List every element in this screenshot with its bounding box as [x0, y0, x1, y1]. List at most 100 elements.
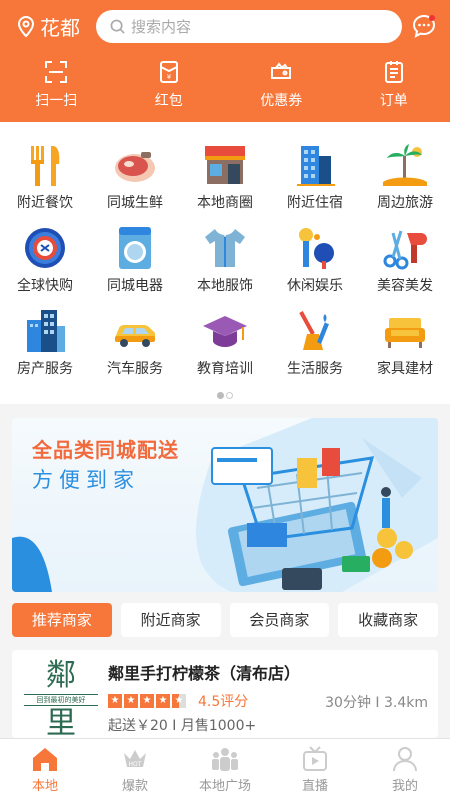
category-life-service[interactable]: 生活服务 [270, 304, 360, 377]
merchant-tabs: 推荐商家 附近商家 会员商家 收藏商家 [12, 603, 438, 637]
star-icon: ★ [156, 694, 170, 708]
nav-label: 本地 [31, 779, 58, 794]
category-nearby-dining[interactable]: 附近餐饮 [0, 138, 90, 211]
nav-label: 本地广场 [198, 779, 251, 794]
svg-text:¥: ¥ [167, 73, 172, 81]
store-sales: 起送￥20 I 月售1000+ [108, 718, 257, 734]
nav-label: 我的 [391, 779, 418, 794]
quick-order-label: 订单 [379, 93, 408, 109]
nav-mine[interactable]: 我的 [360, 739, 450, 800]
search-icon [110, 19, 125, 34]
quick-scan[interactable]: 扫一扫 [0, 58, 113, 114]
search-placeholder: 搜索内容 [131, 18, 192, 36]
category-panel: 附近餐饮 同城生鲜 本地商圈 附近住宿 周边旅游 全球快购 同城电器 本地服饰 … [0, 122, 450, 404]
graduation-cap-icon [203, 316, 247, 347]
home-icon [33, 748, 57, 771]
category-nearby-hotel[interactable]: 附近住宿 [270, 138, 360, 211]
scan-icon [45, 61, 68, 83]
quick-actions: 扫一扫 ¥ 红包 优惠券 订单 [0, 58, 450, 114]
tab-member[interactable]: 会员商家 [229, 603, 330, 637]
sofa-icon [385, 318, 425, 348]
category-local-business[interactable]: 本地商圈 [180, 138, 270, 211]
logo-char-bottom: 里 [46, 706, 76, 741]
store-name: 鄰里手打柠檬茶（清布店） [108, 664, 301, 683]
page-dot[interactable] [226, 392, 233, 399]
store-logo: 鄰 回到最初的美好 里 [22, 658, 100, 741]
category-real-estate[interactable]: 房产服务 [0, 304, 90, 377]
live-video-icon [303, 746, 327, 771]
logo-char-top: 鄰 [46, 658, 76, 693]
category-label: 本地商圈 [197, 195, 253, 211]
nav-live[interactable]: 直播 [270, 739, 360, 800]
storefront-icon [205, 146, 245, 184]
category-label: 美容美发 [377, 278, 433, 294]
city-name: 花都 [40, 16, 80, 40]
quick-scan-label: 扫一扫 [35, 93, 78, 109]
svg-text:HOT: HOT [129, 761, 142, 768]
quick-coupon[interactable]: 优惠券 [225, 58, 338, 114]
category-beauty[interactable]: 美容美发 [360, 221, 450, 294]
store-rating: ★ ★ ★ ★ ★ 4.5评分 [108, 691, 248, 711]
banner-subtitle: 方便到家 [32, 468, 140, 492]
category-label: 家具建材 [377, 361, 433, 377]
promo-banner[interactable]: 全品类同城配送 方便到家 [12, 418, 438, 592]
star-icon: ★ [124, 694, 138, 708]
category-entertainment[interactable]: 休闲娱乐 [270, 221, 360, 294]
store-distance: 30分钟 I 3.4km [325, 695, 428, 711]
user-icon [393, 747, 417, 772]
meat-icon [115, 152, 155, 182]
category-clothing[interactable]: 本地服饰 [180, 221, 270, 294]
category-label: 同城生鲜 [107, 195, 163, 211]
category-travel[interactable]: 周边旅游 [360, 138, 450, 211]
category-label: 周边旅游 [377, 195, 433, 211]
logo-tagline: 回到最初的美好 [24, 694, 98, 706]
message-icon[interactable] [412, 14, 436, 38]
tab-nearby[interactable]: 附近商家 [120, 603, 221, 637]
category-education[interactable]: 教育培训 [180, 304, 270, 377]
nav-label: 爆款 [121, 779, 148, 794]
search-input[interactable]: 搜索内容 [96, 10, 402, 43]
store-card[interactable]: 鄰 回到最初的美好 里 鄰里手打柠檬茶（清布店） ★ ★ ★ ★ ★ 4.5评分… [12, 650, 438, 741]
tab-favorites[interactable]: 收藏商家 [338, 603, 438, 637]
category-label: 生活服务 [287, 361, 343, 377]
coupon-icon [271, 62, 292, 79]
mic-pingpong-icon [299, 228, 334, 269]
category-label: 房产服务 [17, 361, 73, 377]
page-dot-active[interactable] [217, 392, 224, 399]
tab-recommended[interactable]: 推荐商家 [12, 603, 112, 637]
crown-hot-icon: HOT [124, 750, 146, 768]
category-global-shopping[interactable]: 全球快购 [0, 221, 90, 294]
category-fresh-food[interactable]: 同城生鲜 [90, 138, 180, 211]
city-selector[interactable]: 花都 [16, 12, 80, 41]
nav-local-square[interactable]: 本地广场 [180, 739, 270, 800]
apartment-icon [27, 310, 65, 352]
car-icon [115, 325, 155, 347]
category-label: 休闲娱乐 [287, 278, 343, 294]
category-auto-service[interactable]: 汽车服务 [90, 304, 180, 377]
category-grid: 附近餐饮 同城生鲜 本地商圈 附近住宿 周边旅游 全球快购 同城电器 本地服饰 … [0, 138, 450, 377]
category-label: 全球快购 [17, 278, 73, 294]
category-label: 教育培训 [197, 361, 253, 377]
category-label: 本地服饰 [197, 278, 253, 294]
people-group-icon [212, 748, 238, 771]
red-packet-icon: ¥ [159, 61, 178, 83]
nav-hot[interactable]: HOT 爆款 [90, 739, 180, 800]
category-furniture[interactable]: 家具建材 [360, 304, 450, 377]
top-bar: 花都 搜索内容 [0, 8, 450, 44]
washing-machine-icon [119, 227, 151, 269]
shirt-icon [205, 229, 245, 267]
category-label: 汽车服务 [107, 361, 163, 377]
star-icon: ★ [140, 694, 154, 708]
quick-order[interactable]: 订单 [338, 58, 450, 114]
fork-knife-icon [31, 146, 60, 186]
store-score: 4.5评分 [198, 694, 249, 710]
nav-label: 直播 [301, 779, 328, 794]
quick-red-packet-label: 红包 [154, 93, 183, 109]
quick-coupon-label: 优惠券 [260, 93, 303, 109]
order-icon [384, 61, 403, 83]
quick-red-packet[interactable]: ¥ 红包 [113, 58, 226, 114]
star-icon: ★ [108, 694, 122, 708]
globe-badge-icon [25, 228, 65, 268]
nav-local[interactable]: 本地 [0, 739, 90, 800]
category-appliances[interactable]: 同城电器 [90, 221, 180, 294]
